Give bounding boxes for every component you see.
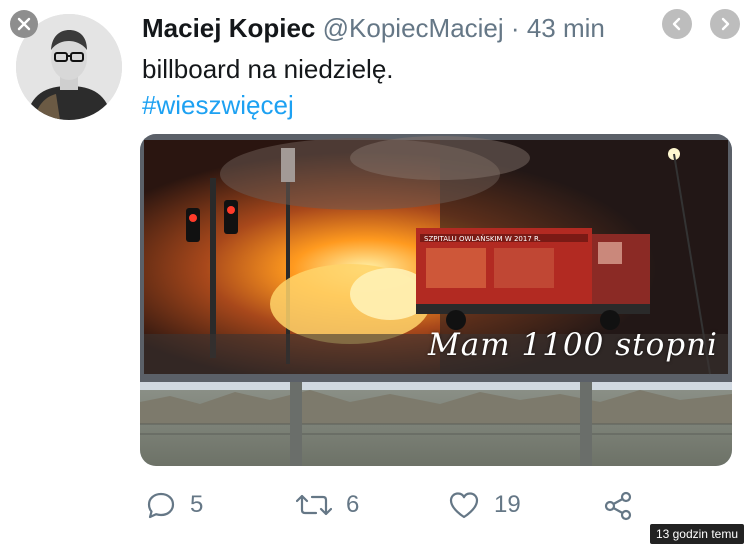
hashtag-link[interactable]: #wieszwięcej — [142, 90, 294, 120]
reply-count: 5 — [190, 491, 204, 518]
share-button[interactable] — [602, 490, 634, 522]
chevron-right-icon — [721, 17, 730, 31]
like-count: 19 — [494, 491, 521, 518]
close-button[interactable] — [10, 10, 38, 38]
next-button[interactable] — [710, 9, 740, 39]
truck-sign-text: SZPITALU OWLAŃSKIM W 2017 R. — [424, 234, 541, 243]
reply-icon — [147, 492, 175, 519]
heart-icon — [449, 492, 479, 519]
retweet-button[interactable]: 6 — [296, 490, 359, 520]
tweet-header: Maciej Kopiec @KopiecMaciej · 43 min — [142, 13, 605, 43]
billboard-photo: SZPITALU OWLAŃSKIM W 2017 R. — [140, 134, 732, 466]
tweet-time[interactable]: 43 min — [527, 13, 605, 43]
close-icon — [17, 17, 31, 31]
chevron-left-icon — [672, 17, 681, 31]
tweet-media[interactable]: SZPITALU OWLAŃSKIM W 2017 R. Mam 1100 st… — [140, 134, 732, 466]
tweet-actions: 5 6 19 — [0, 490, 750, 524]
retweet-icon — [296, 494, 332, 516]
like-button[interactable]: 19 — [448, 490, 521, 520]
author-name[interactable]: Maciej Kopiec — [142, 13, 315, 43]
retweet-count: 6 — [346, 491, 360, 518]
author-handle[interactable]: @KopiecMaciej — [323, 13, 504, 43]
share-icon — [604, 491, 632, 521]
timestamp-badge: 13 godzin temu — [649, 524, 744, 544]
previous-button[interactable] — [662, 9, 692, 39]
billboard-caption: Mam 1100 stopni — [428, 327, 718, 363]
tweet-text: billboard na niedzielę. — [142, 54, 394, 84]
reply-button[interactable]: 5 — [146, 490, 203, 520]
separator-dot: · — [510, 13, 520, 43]
